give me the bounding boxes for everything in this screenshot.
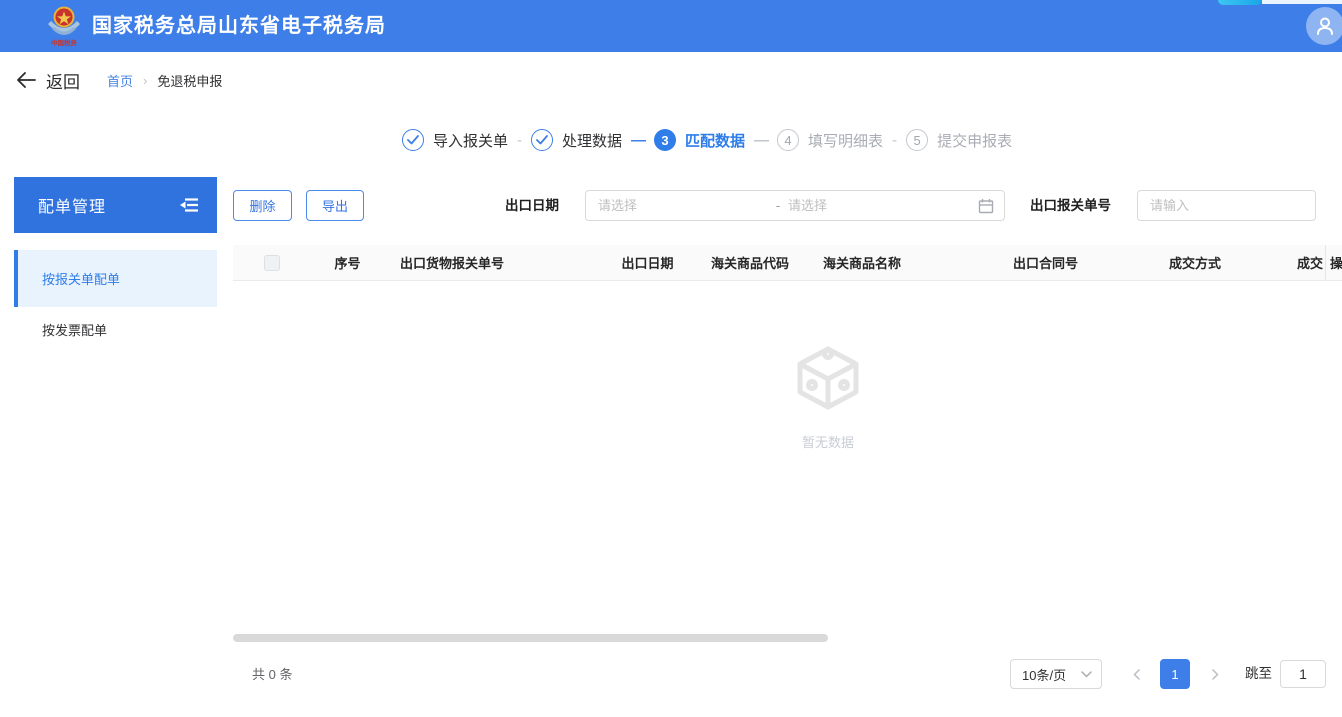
breadcrumb-separator: › — [143, 73, 147, 88]
step-4-number-badge: 4 — [777, 129, 799, 151]
select-all-cell — [233, 245, 310, 280]
app-window: 中国税务 国家税务总局山东省电子税务局 返回 首页 › 免退税申报 — [0, 0, 1342, 717]
page-size-value: 10条/页 — [1022, 665, 1066, 684]
chevron-left-icon — [1133, 669, 1140, 680]
col-transaction-mode: 成交方式 — [1130, 245, 1260, 280]
export-button[interactable]: 导出 — [306, 190, 364, 221]
step-5-number-badge: 5 — [906, 129, 928, 151]
declaration-no-input[interactable] — [1150, 198, 1300, 213]
date-end-input[interactable] — [788, 198, 958, 213]
top-overlay-pill — [1218, 0, 1262, 5]
logo-caption: 中国税务 — [51, 38, 78, 47]
calendar-icon — [978, 198, 994, 214]
back-label: 返回 — [46, 68, 80, 93]
step-2-label: 处理数据 — [562, 130, 622, 151]
step-3-label: 匹配数据 — [685, 130, 745, 151]
step-3-number-badge: 3 — [654, 129, 676, 151]
empty-state: 暂无数据 — [758, 345, 898, 451]
breadcrumb: 首页 › 免退税申报 — [107, 60, 222, 100]
jump-to-label: 跳至 — [1245, 659, 1272, 689]
col-transaction-clipped: 成交 — [1260, 245, 1325, 280]
col-customs-commodity-name: 海关商品名称 — [805, 245, 995, 280]
export-date-range-picker[interactable]: - — [585, 190, 1005, 221]
date-start-input[interactable] — [598, 198, 768, 213]
page-size-select[interactable]: 10条/页 — [1010, 659, 1102, 689]
top-header-bar: 中国税务 国家税务总局山东省电子税务局 — [0, 0, 1342, 52]
breadcrumb-current: 免退税申报 — [157, 71, 222, 90]
step-5: 5 提交申报表 — [906, 129, 1012, 151]
export-date-label: 出口日期 — [505, 190, 559, 221]
col-export-declaration-no: 出口货物报关单号 — [385, 245, 600, 280]
col-customs-commodity-code: 海关商品代码 — [695, 245, 805, 280]
step-4-label: 填写明细表 — [808, 130, 883, 151]
col-seq-no: 序号 — [310, 245, 385, 280]
arrow-left-icon — [16, 72, 36, 88]
sidebar-title: 配单管理 — [38, 193, 106, 217]
step-connector: - — [517, 132, 522, 149]
declaration-no-label: 出口报关单号 — [1030, 190, 1111, 221]
sidebar: 配单管理 按报关单配单 按发票配单 — [14, 177, 217, 351]
breadcrumb-home-link[interactable]: 首页 — [107, 71, 133, 90]
date-range-separator: - — [768, 198, 788, 213]
user-avatar[interactable] — [1306, 7, 1342, 45]
sidebar-items: 按报关单配单 按发票配单 — [14, 250, 217, 351]
sidebar-header: 配单管理 — [14, 177, 217, 233]
top-overlay-strip — [1262, 0, 1342, 4]
step-connector: — — [754, 132, 768, 149]
chevron-down-icon — [1081, 671, 1092, 678]
step-1: 导入报关单 — [402, 129, 508, 151]
col-export-contract-no: 出口合同号 — [995, 245, 1130, 280]
empty-state-text: 暂无数据 — [758, 432, 898, 451]
step-wizard: 导入报关单 - 处理数据 — 3 匹配数据 — 4 填写明细表 - 5 提交申报… — [402, 126, 1012, 154]
current-page-button[interactable]: 1 — [1160, 659, 1190, 689]
person-icon — [1314, 15, 1336, 37]
table-header: 序号 出口货物报关单号 出口日期 海关商品代码 海关商品名称 出口合同号 成交方… — [233, 245, 1342, 281]
collapse-panel-icon[interactable] — [179, 197, 199, 213]
step-5-label: 提交申报表 — [937, 130, 1012, 151]
chevron-right-icon — [1212, 669, 1219, 680]
sidebar-item-label: 按报关单配单 — [14, 269, 120, 288]
page-title: 国家税务总局山东省电子税务局 — [92, 0, 386, 52]
back-button[interactable]: 返回 — [16, 64, 80, 96]
empty-box-icon — [792, 345, 864, 413]
sidebar-item-match-by-invoice[interactable]: 按发票配单 — [14, 307, 217, 351]
select-all-checkbox[interactable] — [264, 255, 280, 271]
step-connector: - — [892, 132, 897, 149]
step-connector: — — [631, 132, 645, 149]
step-2-check-icon — [531, 129, 553, 151]
step-3-active: 3 匹配数据 — [654, 129, 745, 151]
step-4: 4 填写明细表 — [777, 129, 883, 151]
horizontal-scrollbar-thumb[interactable] — [233, 634, 828, 642]
delete-button[interactable]: 删除 — [233, 190, 292, 221]
next-page-button[interactable] — [1200, 659, 1230, 689]
step-1-label: 导入报关单 — [433, 130, 508, 151]
nav-row: 返回 首页 › 免退税申报 — [0, 60, 1342, 100]
sidebar-item-label: 按发票配单 — [14, 320, 107, 339]
step-2: 处理数据 — [531, 129, 622, 151]
step-1-check-icon — [402, 129, 424, 151]
tax-bureau-emblem-icon: 中国税务 — [44, 5, 84, 47]
active-indicator-bar — [14, 250, 18, 307]
sidebar-item-match-by-declaration[interactable]: 按报关单配单 — [14, 250, 217, 307]
prev-page-button[interactable] — [1121, 659, 1151, 689]
total-count-text: 共 0 条 — [252, 660, 292, 690]
col-export-date: 出口日期 — [600, 245, 695, 280]
col-actions-clipped: 操 — [1325, 245, 1342, 280]
declaration-no-field — [1137, 190, 1316, 221]
jump-to-page-input[interactable] — [1280, 660, 1326, 688]
